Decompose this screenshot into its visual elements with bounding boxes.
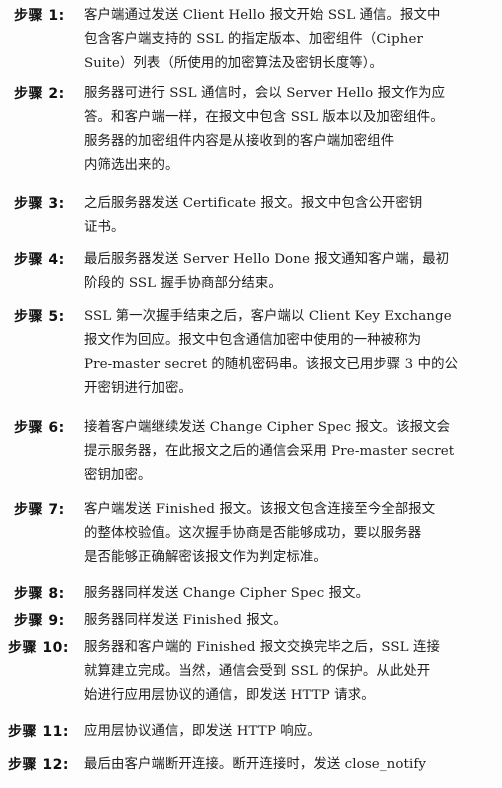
step-text: 服务器和客户端的 Finished 报文交换完毕之后，SSL 连接 就算建立完成… <box>84 636 496 708</box>
step-text: 最后服务器发送 Server Hello Done 报文通知客户端，最初 阶段的… <box>84 248 496 296</box>
step-label: 步骤 12: <box>8 757 69 773</box>
text-line: SSL 第一次握手结束之后，客户端以 Client Key Exchange <box>84 309 452 324</box>
text-line: 的整体校验值。这次握手协商是否能够成功，要以服务器 <box>84 526 422 541</box>
step-text: 接着客户端继续发送 Change Cipher Spec 报文。该报文会 提示服… <box>84 416 496 488</box>
text-line: 客户端通过发送 Client Hello 报文开始 SSL 通信。报文中 <box>84 8 441 23</box>
step-text: 最后由客户端断开连接。断开连接时，发送 close_notify <box>84 753 496 777</box>
text-line: 客户端发送 Finished 报文。该报文包含连接至今全部报文 <box>84 502 436 517</box>
text-line: 服务器同样发送 Change Cipher Spec 报文。 <box>84 586 370 601</box>
text-line: 包含客户端支持的 SSL 的指定版本、加密组件（Cipher <box>84 32 423 47</box>
text-line: 服务器的加密组件内容是从接收到的客户端加密组件 <box>84 134 395 149</box>
step-label: 步骤 1: <box>14 8 65 24</box>
text-line: 最后由客户端断开连接。断开连接时，发送 close_notify <box>84 757 427 772</box>
text-line: 证书。 <box>84 220 125 235</box>
text-line: 应用层协议通信，即发送 HTTP 响应。 <box>84 724 321 739</box>
step-label: 步骤 9: <box>14 613 65 629</box>
step-label: 步骤 4: <box>14 252 65 268</box>
text-line: Suite）列表（所使用的加密算法及密钥长度等）。 <box>84 56 383 71</box>
step-label: 步骤 2: <box>14 86 65 102</box>
text-line: 服务器同样发送 Finished 报文。 <box>84 613 287 628</box>
step-text: 之后服务器发送 Certificate 报文。报文中包含公开密钥 证书。 <box>84 192 496 240</box>
text-line: 开密钥进行加密。 <box>84 381 192 396</box>
step-label: 步骤 10: <box>8 640 69 656</box>
text-line: 服务器可进行 SSL 通信时，会以 Server Hello 报文作为应 <box>84 86 446 101</box>
text-line: 之后服务器发送 Certificate 报文。报文中包含公开密钥 <box>84 196 423 211</box>
step-label: 步骤 8: <box>14 586 65 602</box>
text-line: 就算建立完成。当然，通信会受到 SSL 的保护。从此处开 <box>84 664 431 679</box>
step-label: 步骤 7: <box>14 502 65 518</box>
step-text: SSL 第一次握手结束之后，客户端以 Client Key Exchange 报… <box>84 305 496 401</box>
step-text: 服务器同样发送 Change Cipher Spec 报文。 <box>84 582 496 606</box>
text-line: 答。和客户端一样，在报文中包含 SSL 版本以及加密组件。 <box>84 110 444 125</box>
text-line: 接着客户端继续发送 Change Cipher Spec 报文。该报文会 <box>84 420 451 435</box>
text-line: 密钥加密。 <box>84 468 152 483</box>
step-text: 客户端通过发送 Client Hello 报文开始 SSL 通信。报文中 包含客… <box>84 4 496 76</box>
step-label: 步骤 11: <box>8 724 69 740</box>
text-line: 最后服务器发送 Server Hello Done 报文通知客户端，最初 <box>84 252 450 267</box>
step-label: 步骤 6: <box>14 420 65 436</box>
text-line: 提示服务器，在此报文之后的通信会采用 Pre-master secret <box>84 444 455 459</box>
document-page: 步骤 1: 客户端通过发送 Client Hello 报文开始 SSL 通信。报… <box>0 0 502 788</box>
text-line: 始进行应用层协议的通信，即发送 HTTP 请求。 <box>84 688 375 703</box>
text-line: 服务器和客户端的 Finished 报文交换完毕之后，SSL 连接 <box>84 640 440 655</box>
step-text: 应用层协议通信，即发送 HTTP 响应。 <box>84 720 496 744</box>
step-text: 服务器可进行 SSL 通信时，会以 Server Hello 报文作为应 答。和… <box>84 82 496 178</box>
text-line: 报文作为回应。报文中包含通信加密中使用的一种被称为 <box>84 333 422 348</box>
step-label: 步骤 5: <box>14 309 65 325</box>
text-line: 内筛选出来的。 <box>84 158 179 173</box>
step-label: 步骤 3: <box>14 196 65 212</box>
text-line: 是否能够正确解密该报文作为判定标准。 <box>84 550 327 565</box>
step-text: 客户端发送 Finished 报文。该报文包含连接至今全部报文 的整体校验值。这… <box>84 498 496 570</box>
text-line: Pre-master secret 的随机密码串。该报文已用步骤 3 中的公 <box>84 357 459 372</box>
step-text: 服务器同样发送 Finished 报文。 <box>84 609 496 633</box>
text-line: 阶段的 SSL 握手协商部分结束。 <box>84 276 282 291</box>
